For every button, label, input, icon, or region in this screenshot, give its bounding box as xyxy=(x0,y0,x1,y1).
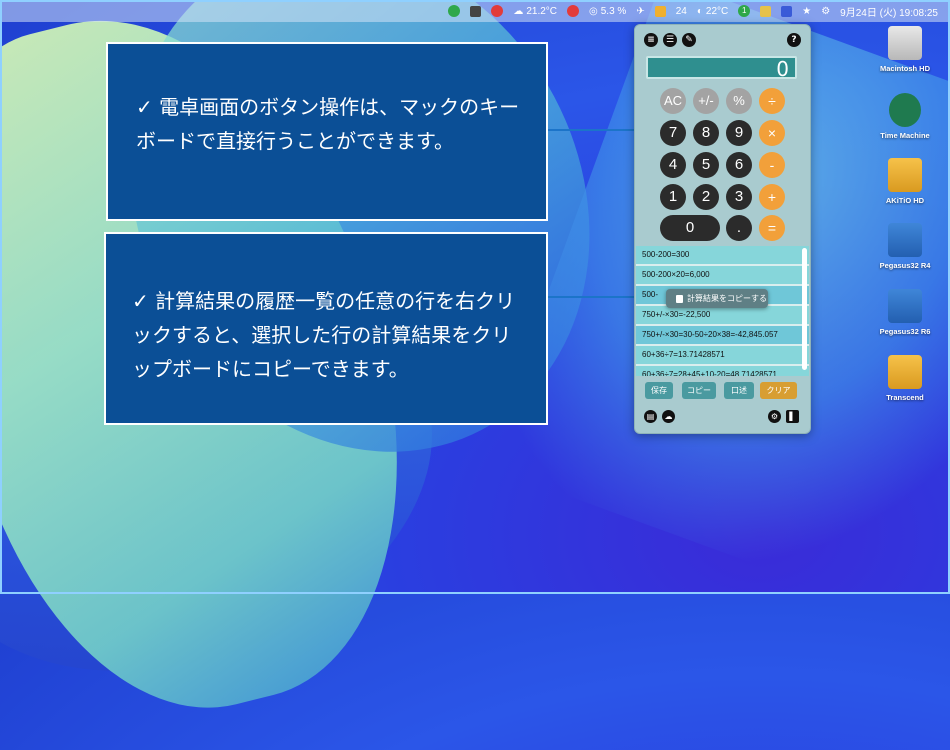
history-row[interactable]: 500-200=300 xyxy=(636,246,809,266)
cloud-icon[interactable]: ☁ xyxy=(662,410,675,423)
decimal-button[interactable]: . xyxy=(726,215,752,241)
digit-9-button[interactable]: 9 xyxy=(726,120,752,146)
cpu-item[interactable]: ◎ 5.3 % xyxy=(589,6,626,17)
raid-drive-icon xyxy=(888,223,922,257)
divide-button[interactable]: ÷ xyxy=(759,88,785,114)
badge-count[interactable]: 1 xyxy=(738,5,751,17)
ac-button[interactable]: AC xyxy=(660,88,686,114)
percent-button[interactable]: % xyxy=(726,88,752,114)
history-row[interactable]: 750+/-×30=30-50÷20×38=-42,845.057 xyxy=(636,326,809,346)
calculator-display: 0 xyxy=(646,56,797,81)
font-icon[interactable] xyxy=(781,5,793,17)
desktop-icon-pegasus-r4[interactable]: Pegasus32 R4 xyxy=(870,223,940,270)
desktop-icon-transcend[interactable]: Transcend xyxy=(870,355,940,402)
callout-text: ✓ 電卓画面のボタン操作は、マックのキーボードで直接行うことができます。 xyxy=(136,95,520,153)
callout-text: ✓ 計算結果の履歴一覧の任意の行を右クリックすると、選択した行の計算結果をクリッ… xyxy=(132,289,516,381)
digit-7-button[interactable]: 7 xyxy=(660,120,686,146)
status-app-icon[interactable] xyxy=(470,5,482,17)
hard-drive-icon xyxy=(888,26,922,60)
digit-8-button[interactable]: 8 xyxy=(693,120,719,146)
airplane-icon[interactable]: ✈ xyxy=(636,6,644,17)
external-drive-icon xyxy=(888,355,922,389)
clear-button[interactable]: クリア xyxy=(760,382,797,399)
history-scrollbar[interactable] xyxy=(802,248,807,370)
desktop-icon-akitio-hd[interactable]: AKiTiO HD xyxy=(870,158,940,205)
digit-3-button[interactable]: 3 xyxy=(726,184,752,210)
dictate-button[interactable]: 口述 xyxy=(724,382,754,399)
digit-0-button[interactable]: 0 xyxy=(660,215,720,241)
status-app-icon[interactable] xyxy=(567,5,580,17)
document-icon[interactable]: ▤ xyxy=(644,410,657,423)
time-machine-icon xyxy=(889,93,921,127)
copy-button[interactable]: コピー xyxy=(682,382,716,399)
help-icon[interactable]: ? xyxy=(787,33,801,47)
list-icon[interactable]: ☰ xyxy=(663,33,677,47)
trash-icon[interactable] xyxy=(760,5,772,17)
menu-bar: ☁ 21.2°C ◎ 5.3 % ✈ 24 ◐ 22°C 1 ★ ⚙ 9月24日 (火… xyxy=(0,0,950,22)
minus-button[interactable]: - xyxy=(759,152,785,178)
weather-item[interactable]: ☁ 21.2°C xyxy=(513,6,557,17)
history-list[interactable]: 500-200=300 500-200×20=6,000 500- 750+/-… xyxy=(636,246,809,376)
digit-5-button[interactable]: 5 xyxy=(693,152,719,178)
equals-button[interactable]: = xyxy=(759,215,785,241)
cloud-icon: ☁ xyxy=(513,5,524,17)
multiply-button[interactable]: × xyxy=(759,120,785,146)
cpu-icon: ◎ xyxy=(589,5,598,17)
digit-4-button[interactable]: 4 xyxy=(660,152,686,178)
status-app-icon[interactable] xyxy=(654,5,666,17)
context-menu-copy-result[interactable]: 計算結果をコピーする xyxy=(666,289,768,308)
callout-history: ✓ 計算結果の履歴一覧の任意の行を右クリックすると、選択した行の計算結果をクリッ… xyxy=(104,232,548,425)
digit-1-button[interactable]: 1 xyxy=(660,184,686,210)
sign-button[interactable]: +/- xyxy=(693,88,719,114)
digit-2-button[interactable]: 2 xyxy=(693,184,719,210)
status-app-icon[interactable] xyxy=(491,5,504,17)
save-button[interactable]: 保存 xyxy=(645,382,673,399)
calendar-item[interactable]: 24 xyxy=(676,6,687,17)
weather-item-2[interactable]: ◐ 22°C xyxy=(697,6,728,17)
menu-icon[interactable]: ≡ xyxy=(644,33,658,47)
status-app-icon[interactable] xyxy=(448,5,461,17)
raid-drive-icon xyxy=(888,289,922,323)
calculator-window: ≡ ☰ ✎ ? 0 AC +/- % ÷ 7 8 9 × 4 5 6 - 1 2… xyxy=(634,24,811,434)
pen-icon[interactable]: ✎ xyxy=(682,33,696,47)
sun-cloud-icon: ◐ xyxy=(696,5,703,17)
star-icon[interactable]: ★ xyxy=(802,6,811,17)
plus-button[interactable]: + xyxy=(759,184,785,210)
desktop-icon-macintosh-hd[interactable]: Macintosh HD xyxy=(870,26,940,73)
copy-icon xyxy=(676,294,683,303)
gear-icon[interactable]: ⚙ xyxy=(768,410,781,423)
digit-6-button[interactable]: 6 xyxy=(726,152,752,178)
history-row[interactable]: 750+/-×30=-22,500 xyxy=(636,306,809,326)
desktop-icon-time-machine[interactable]: Time Machine xyxy=(870,93,940,140)
control-center-icon[interactable]: ⚙ xyxy=(821,6,830,17)
history-row[interactable]: 500-200×20=6,000 xyxy=(636,266,809,286)
desktop-icon-pegasus-r6[interactable]: Pegasus32 R6 xyxy=(870,289,940,336)
external-drive-icon xyxy=(888,158,922,192)
history-row[interactable]: 60+36÷7=28+45+10-20=48.71428571 xyxy=(636,366,809,376)
history-row[interactable]: 60+36÷7=13.71428571 xyxy=(636,346,809,366)
clock[interactable]: 9月24日 (火) 19:08:25 xyxy=(840,4,938,19)
sidebar-toggle-icon[interactable]: ▌ xyxy=(786,410,799,423)
callout-keyboard: ✓ 電卓画面のボタン操作は、マックのキーボードで直接行うことができます。 xyxy=(106,42,548,221)
